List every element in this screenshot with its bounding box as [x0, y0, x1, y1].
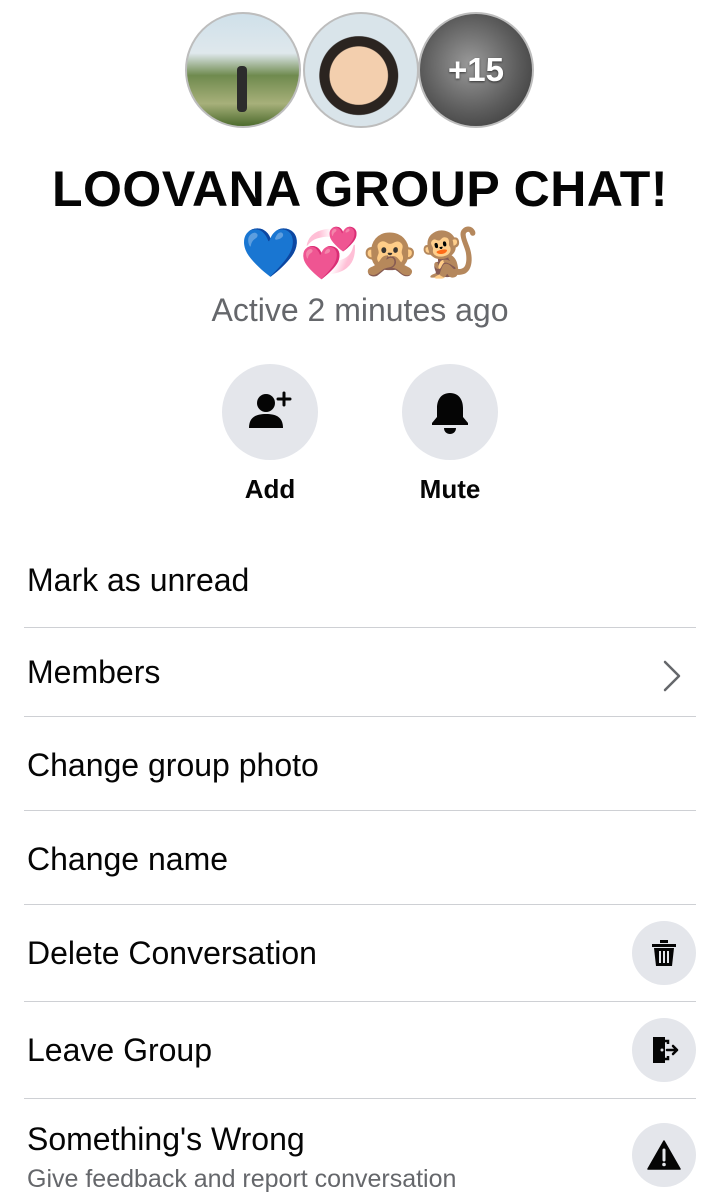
photo-person — [237, 66, 247, 112]
change-photo-label: Change group photo — [27, 747, 319, 783]
member-avatar-2 — [303, 12, 419, 128]
group-title: LOOVANA GROUP CHAT! — [52, 161, 668, 217]
warning-icon — [647, 1140, 681, 1170]
exit-door-icon — [653, 1037, 679, 1063]
member-avatar-1 — [185, 12, 301, 128]
group-avatars[interactable]: +15 — [185, 12, 537, 132]
divider — [24, 716, 696, 717]
active-status: Active 2 minutes ago — [211, 292, 509, 328]
menu-item-members[interactable]: Members — [24, 628, 696, 716]
add-person-icon — [249, 391, 292, 428]
mark-unread-label: Mark as unread — [27, 562, 250, 598]
chevron-right-icon — [663, 660, 681, 692]
more-members-count: +15 — [448, 51, 504, 88]
menu-item-change-photo[interactable]: Change group photo — [24, 717, 696, 810]
members-label: Members — [27, 654, 161, 690]
change-name-label: Change name — [27, 841, 229, 877]
something-wrong-label: Something's Wrong — [27, 1121, 305, 1157]
divider — [24, 1098, 696, 1099]
divider — [24, 1001, 696, 1002]
menu-item-leave-group[interactable]: Leave Group — [24, 1002, 696, 1098]
add-label: Add — [244, 474, 296, 504]
something-wrong-subtitle: Give feedback and report conversation — [27, 1165, 457, 1193]
add-button-circle[interactable] — [222, 364, 318, 460]
delete-icon-button[interactable] — [632, 921, 696, 985]
divider — [24, 810, 696, 811]
report-icon-button[interactable] — [632, 1123, 696, 1187]
divider — [24, 904, 696, 905]
divider — [24, 627, 696, 628]
trash-icon — [652, 940, 676, 966]
mute-button-circle[interactable] — [402, 364, 498, 460]
group-emojis: 💙💞🙊🐒 — [240, 227, 480, 280]
menu-item-mark-unread[interactable]: Mark as unread — [24, 540, 696, 626]
menu-item-something-wrong[interactable]: Something's Wrong Give feedback and repo… — [24, 1099, 696, 1197]
bell-icon — [432, 393, 468, 434]
mute-button[interactable]: Mute — [380, 364, 520, 505]
mute-label: Mute — [419, 474, 481, 504]
leave-group-label: Leave Group — [27, 1032, 213, 1068]
add-button[interactable]: Add — [200, 364, 340, 505]
member-avatar-3: +15 — [418, 12, 534, 128]
menu-item-change-name[interactable]: Change name — [24, 811, 696, 904]
delete-conversation-label: Delete Conversation — [27, 935, 317, 971]
menu-item-delete-conversation[interactable]: Delete Conversation — [24, 905, 696, 1001]
leave-icon-button[interactable] — [632, 1018, 696, 1082]
